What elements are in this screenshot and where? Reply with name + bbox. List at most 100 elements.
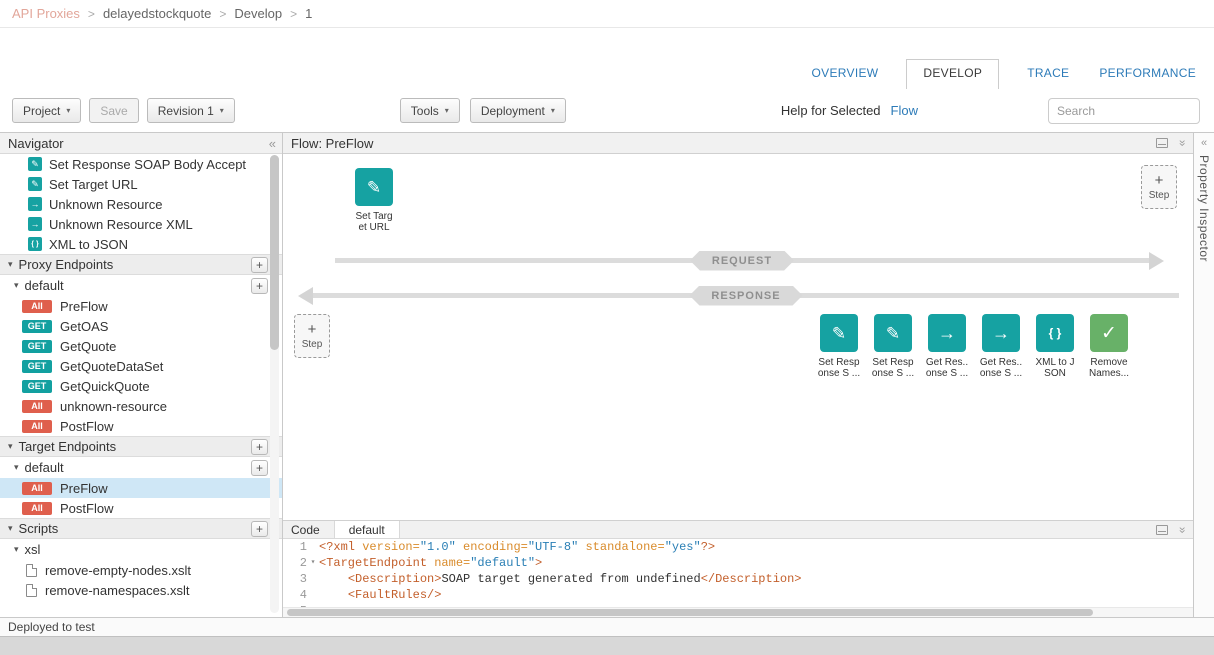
line-number: 2 [283,555,307,571]
section-proxy-endpoints[interactable]: ▾ Proxy Endpoints + [0,254,282,275]
nav-flow-unknown-resource[interactable]: All unknown-resource [0,396,282,416]
file-icon [26,564,37,577]
code-line[interactable]: 1 <?xml version="1.0" encoding="UTF-8" st… [283,539,1193,555]
flow-label: GetQuickQuote [60,379,150,394]
breadcrumb-revision: 1 [305,6,312,21]
policy-label: Unknown Resource [49,197,162,212]
section-scripts[interactable]: ▾ Scripts + [0,518,282,539]
nav-flow-getquickquote[interactable]: GET GetQuickQuote [0,376,282,396]
flow-label: PreFlow [60,299,108,314]
save-button[interactable]: Save [89,98,138,123]
scrollbar-thumb[interactable] [270,155,279,350]
split-panel-icon[interactable] [1156,138,1168,148]
add-proxy-endpoint-button[interactable]: + [251,257,268,273]
add-flow-button[interactable]: + [251,278,268,294]
flow-title: Flow: PreFlow [291,136,373,151]
tab-develop[interactable]: DEVELOP [906,59,999,89]
flow-step-set-response-1[interactable]: ✎ Set Response S ... [813,314,865,379]
tab-overview[interactable]: OVERVIEW [810,60,881,89]
nav-file-remove-namespaces[interactable]: remove-namespaces.xslt [0,580,282,600]
response-flow-line: RESPONSE [313,293,1179,298]
nav-flow-getoas[interactable]: GET GetOAS [0,316,282,336]
navigator-scrollbar[interactable] [270,155,279,613]
property-inspector-panel[interactable]: « Property Inspector [1193,133,1214,617]
project-menu-button[interactable]: Project ▾ [12,98,81,123]
nav-policy-unknown-resource[interactable]: → Unknown Resource [0,194,282,214]
scripts-group-xsl[interactable]: ▾ xsl [0,539,282,560]
api-proxy-editor: API Proxies > delayedstockquote > Develo… [0,0,1214,655]
add-request-step-button[interactable]: + Step [1141,165,1177,209]
add-target-endpoint-button[interactable]: + [251,439,268,455]
scrollbar-thumb[interactable] [287,609,1093,616]
tab-performance[interactable]: PERFORMANCE [1097,60,1198,89]
expand-property-inspector-icon[interactable]: « [1201,137,1207,149]
collapse-navigator-icon[interactable]: « [269,136,278,151]
breadcrumb-separator: > [88,7,95,21]
section-label: Target Endpoints [19,439,117,454]
nav-target-preflow-selected[interactable]: All PreFlow [0,478,282,498]
collapse-flow-panel-icon[interactable]: « [1176,140,1188,147]
code-line[interactable]: 2▾<TargetEndpoint name="default"> [283,555,1193,571]
proxy-endpoint-default[interactable]: ▾ default + [0,275,282,296]
tools-menu-button[interactable]: Tools ▾ [400,98,460,123]
policy-label: Set Target URL [49,177,138,192]
nav-target-postflow[interactable]: All PostFlow [0,498,282,518]
code-text: <Description>SOAP target generated from … [319,571,802,587]
fold-gutter [307,571,319,587]
target-endpoint-default[interactable]: ▾ default + [0,457,282,478]
revision-menu-button[interactable]: Revision 1 ▾ [147,98,235,123]
flow-step-set-response-2[interactable]: ✎ Set Response S ... [867,314,919,379]
editor-center: Flow: PreFlow « ✎ Set Targ et URL + Step [283,133,1193,617]
main-area: Navigator « ✎ Set Response SOAP Body Acc… [0,132,1214,617]
flow-label: GetQuoteDataSet [60,359,163,374]
fold-caret-icon[interactable]: ▾ [307,555,319,571]
flow-step-get-response-1[interactable]: → Get Res..onse S ... [921,314,973,379]
code-lines: 1 <?xml version="1.0" encoding="UTF-8" st… [283,539,1193,617]
code-horizontal-scrollbar[interactable] [283,607,1193,617]
add-flow-button[interactable]: + [251,460,268,476]
nav-flow-preflow[interactable]: All PreFlow [0,296,282,316]
nav-flow-postflow[interactable]: All PostFlow [0,416,282,436]
callout-icon: → [928,314,966,352]
collapse-code-panel-icon[interactable]: « [1176,526,1188,533]
method-badge: GET [22,380,52,393]
nav-policy-set-target-url[interactable]: ✎ Set Target URL [0,174,282,194]
nav-policy-set-response-soap-body-accept[interactable]: ✎ Set Response SOAP Body Accept [0,154,282,174]
file-icon [26,584,37,597]
line-number: 3 [283,571,307,587]
navigator-panel: Navigator « ✎ Set Response SOAP Body Acc… [0,133,283,617]
request-label: REQUEST [690,251,794,271]
nav-policy-unknown-resource-xml[interactable]: → Unknown Resource XML [0,214,282,234]
add-response-step-button[interactable]: + Step [294,314,330,358]
caret-down-icon: ▾ [14,280,19,291]
file-label: remove-empty-nodes.xslt [45,563,191,578]
flow-label: unknown-resource [60,399,167,414]
nav-flow-getquote[interactable]: GET GetQuote [0,336,282,356]
nav-file-remove-empty-nodes[interactable]: remove-empty-nodes.xslt [0,560,282,580]
nav-flow-getquotedataset[interactable]: GET GetQuoteDataSet [0,356,282,376]
section-target-endpoints[interactable]: ▾ Target Endpoints + [0,436,282,457]
flow-step-xml-to-json[interactable]: { } XML to JSON [1029,314,1081,379]
search-input[interactable] [1048,98,1200,124]
project-label: Project [23,104,60,118]
tab-trace[interactable]: TRACE [1025,60,1071,89]
flow-step-remove-namespaces[interactable]: ✓ RemoveNames... [1083,314,1135,379]
flow-step-get-response-2[interactable]: → Get Res..onse S ... [975,314,1027,379]
code-editor[interactable]: 1 <?xml version="1.0" encoding="UTF-8" st… [283,539,1193,617]
project-button-group: Project ▾ Save Revision 1 ▾ [12,98,235,123]
code-text: <?xml version="1.0" encoding="UTF-8" sta… [319,539,715,555]
method-badge: GET [22,360,52,373]
tools-label: Tools [411,104,439,118]
help-flow-link[interactable]: Flow [891,103,918,118]
code-line[interactable]: 4 <FaultRules/> [283,587,1193,603]
deployment-label: Deployment [481,104,545,118]
split-panel-icon[interactable] [1156,525,1168,535]
code-line[interactable]: 3 <Description>SOAP target generated fro… [283,571,1193,587]
line-number: 1 [283,539,307,555]
deployment-menu-button[interactable]: Deployment ▾ [470,98,566,123]
nav-policy-xml-to-json[interactable]: { } XML to JSON [0,234,282,254]
code-tab-default[interactable]: default [334,521,400,538]
flow-step-set-target-url[interactable]: ✎ Set Targ et URL [347,168,401,233]
add-script-button[interactable]: + [251,521,268,537]
breadcrumb-api-proxies[interactable]: API Proxies [12,6,80,21]
